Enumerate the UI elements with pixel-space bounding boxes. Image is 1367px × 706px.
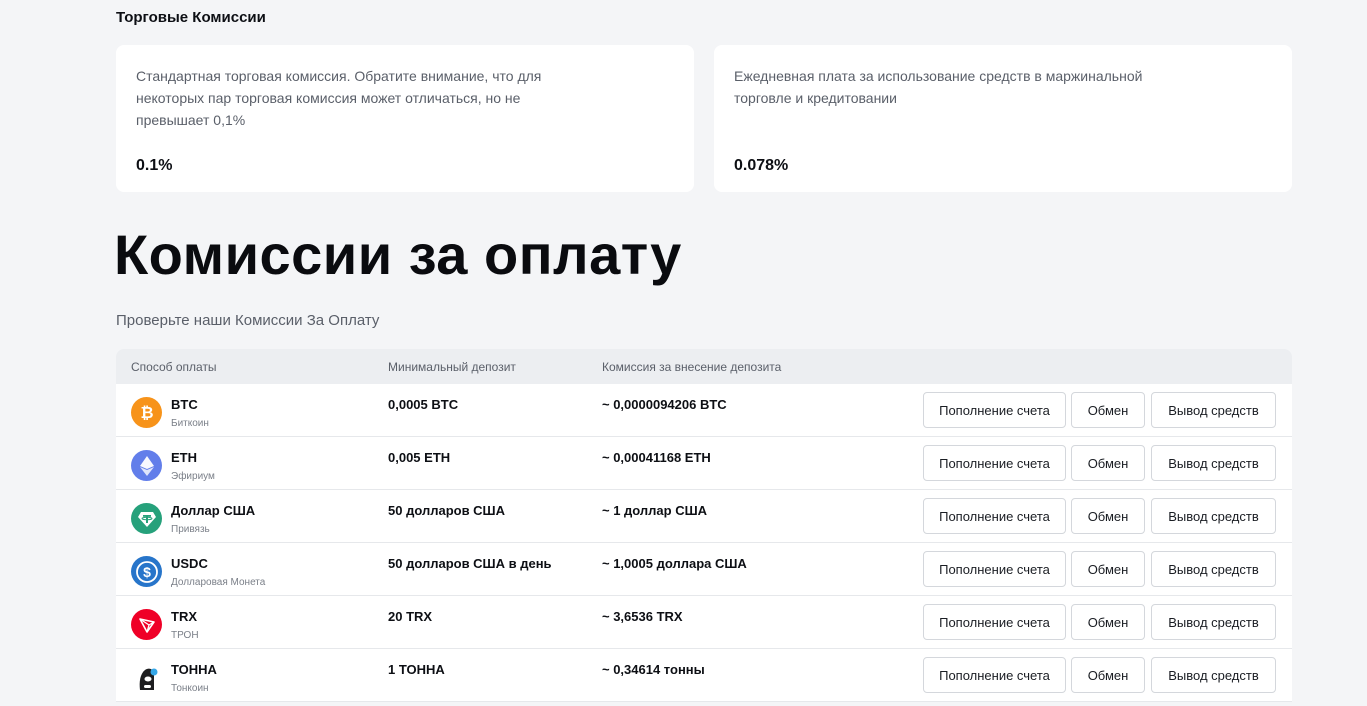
min-deposit-value: 50 долларов США в день: [388, 556, 552, 571]
deposit-button[interactable]: Пополнение счета: [923, 498, 1066, 534]
coin-name: TRX: [171, 609, 197, 624]
exchange-button[interactable]: Обмен: [1071, 604, 1145, 640]
payment-fees-subtitle: Проверьте наши Комиссии За Оплату: [116, 312, 380, 329]
coin-subtitle: Долларовая Монета: [171, 577, 266, 588]
table-row: TRX ТРОН 20 TRX ~ 3,6536 TRX Пополнение …: [116, 596, 1292, 649]
min-deposit-value: 0,005 ETH: [388, 450, 451, 465]
deposit-fee-value: ~ 0,34614 тонны: [602, 662, 705, 677]
deposit-button[interactable]: Пополнение счета: [923, 604, 1066, 640]
table-row: ETH Эфириум 0,005 ETH ~ 0,00041168 ETH П…: [116, 437, 1292, 490]
toncoin-icon: [131, 662, 162, 693]
deposit-fee-value: ~ 0,00041168 ETH: [602, 450, 711, 465]
table-row: $ USDC Долларовая Монета 50 долларов США…: [116, 543, 1292, 596]
trading-fees-title: Торговые Комиссии: [116, 9, 266, 26]
coin-subtitle: Привязь: [171, 524, 210, 535]
table-header: Способ оплаты Минимальный депозит Комисс…: [116, 349, 1292, 384]
standard-fee-description: Стандартная торговая комиссия. Обратите …: [136, 68, 542, 128]
coin-name: BTC: [171, 397, 198, 412]
table-row: ₿ BTC Биткоин 0,0005 BTC ~ 0,0000094206 …: [116, 384, 1292, 437]
table-row: Доллар США Привязь 50 долларов США ~ 1 д…: [116, 490, 1292, 543]
withdraw-button[interactable]: Вывод средств: [1151, 498, 1276, 534]
exchange-button[interactable]: Обмен: [1071, 498, 1145, 534]
deposit-button[interactable]: Пополнение счета: [923, 392, 1066, 428]
bitcoin-icon: ₿: [131, 397, 162, 428]
coin-subtitle: Биткоин: [171, 418, 209, 429]
exchange-button[interactable]: Обмен: [1071, 392, 1145, 428]
exchange-button[interactable]: Обмен: [1071, 551, 1145, 587]
coin-name: ТОННА: [171, 662, 217, 677]
withdraw-button[interactable]: Вывод средств: [1151, 657, 1276, 693]
payment-fees-title: Комиссии за оплату: [114, 223, 682, 286]
header-payment-method: Способ оплаты: [131, 360, 217, 374]
exchange-button[interactable]: Обмен: [1071, 657, 1145, 693]
exchange-button[interactable]: Обмен: [1071, 445, 1145, 481]
min-deposit-value: 50 долларов США: [388, 503, 506, 518]
withdraw-button[interactable]: Вывод средств: [1151, 604, 1276, 640]
margin-fee-value: 0.078%: [734, 157, 789, 174]
deposit-button[interactable]: Пополнение счета: [923, 445, 1066, 481]
standard-fee-value: 0.1%: [136, 157, 173, 174]
deposit-fee-value: ~ 1,0005 доллара США: [602, 556, 747, 571]
coin-subtitle: ТРОН: [171, 630, 199, 641]
min-deposit-value: 0,0005 BTC: [388, 397, 459, 412]
coin-subtitle: Эфириум: [171, 471, 215, 482]
withdraw-button[interactable]: Вывод средств: [1151, 445, 1276, 481]
margin-fee-description: Ежедневная плата за использование средст…: [734, 68, 1143, 106]
coin-name: Доллар США: [171, 503, 256, 518]
usdc-icon: $: [131, 556, 162, 587]
table-row: ТОННА Тонкоин 1 ТОННА ~ 0,34614 тонны По…: [116, 649, 1292, 702]
svg-text:$: $: [143, 564, 151, 580]
deposit-fee-value: ~ 1 доллар США: [602, 503, 708, 518]
min-deposit-value: 20 TRX: [388, 609, 433, 624]
withdraw-button[interactable]: Вывод средств: [1151, 392, 1276, 428]
standard-fee-card: Стандартная торговая комиссия. Обратите …: [116, 45, 694, 192]
tron-icon: [131, 609, 162, 640]
withdraw-button[interactable]: Вывод средств: [1151, 551, 1276, 587]
header-deposit-fee: Комиссия за внесение депозита: [602, 360, 782, 374]
ethereum-icon: [131, 450, 162, 481]
header-min-deposit: Минимальный депозит: [388, 360, 516, 374]
margin-fee-card: Ежедневная плата за использование средст…: [714, 45, 1292, 192]
min-deposit-value: 1 ТОННА: [388, 662, 445, 677]
svg-text:₿: ₿: [140, 404, 153, 422]
deposit-button[interactable]: Пополнение счета: [923, 657, 1066, 693]
payment-fees-table: Способ оплаты Минимальный депозит Комисс…: [116, 349, 1292, 702]
coin-name: ETH: [171, 450, 197, 465]
deposit-button[interactable]: Пополнение счета: [923, 551, 1066, 587]
tether-icon: [131, 503, 162, 534]
deposit-fee-value: ~ 3,6536 TRX: [602, 609, 683, 624]
coin-name: USDC: [171, 556, 208, 571]
deposit-fee-value: ~ 0,0000094206 BTC: [602, 397, 727, 412]
coin-subtitle: Тонкоин: [171, 683, 209, 694]
